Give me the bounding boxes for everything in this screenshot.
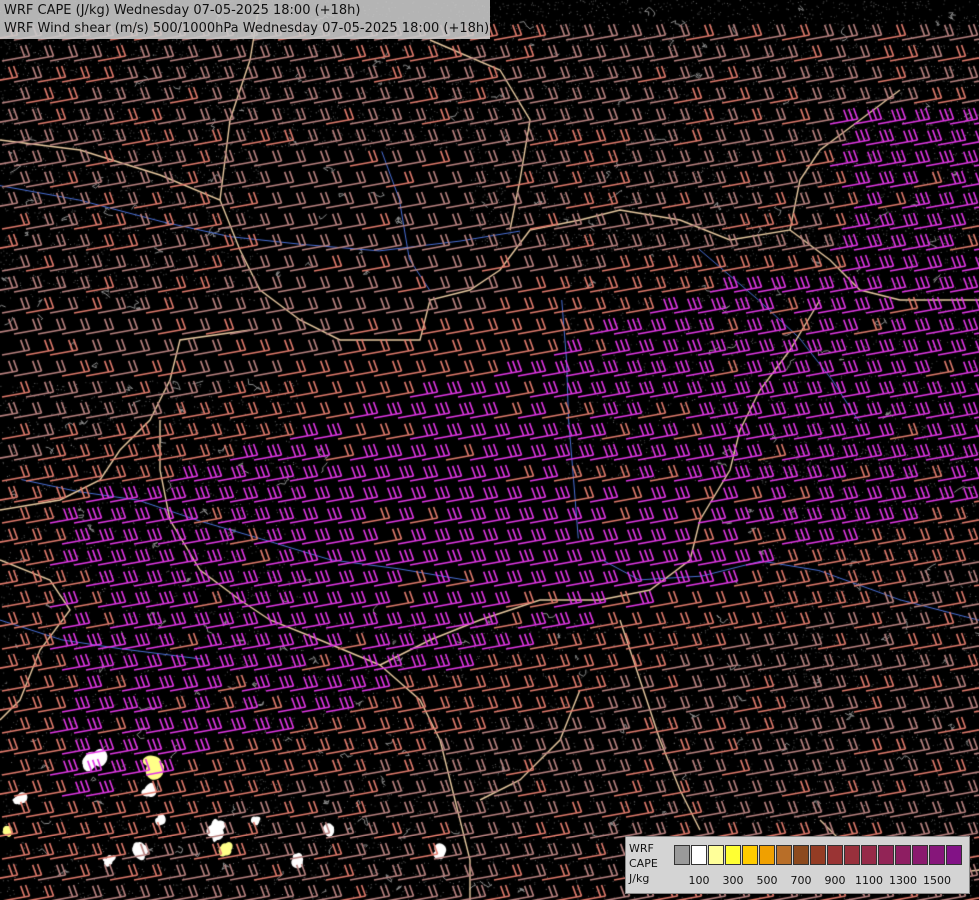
legend-tick: 1300 [889,874,917,887]
legend-swatch [912,845,928,865]
legend-tick: 500 [756,874,778,887]
title-wind-shear: WRF Wind shear (m/s) 500/1000hPa Wednesd… [4,21,490,36]
legend-model-label: WRF [629,842,654,855]
legend-labels: WRF CAPE J/kg [629,841,671,886]
legend-swatch [810,845,826,865]
legend-swatch [674,845,690,865]
legend-swatch [878,845,894,865]
legend-swatch [946,845,962,865]
legend-swatch [742,845,758,865]
legend-tick: 1500 [923,874,951,887]
legend-tick: 700 [790,874,812,887]
legend-swatch [691,845,707,865]
legend-tick: 900 [824,874,846,887]
legend-swatch [929,845,945,865]
legend-swatch [776,845,792,865]
legend-field-label: CAPE [629,857,658,870]
legend-unit-label: J/kg [629,872,650,885]
legend-swatch [861,845,877,865]
legend-tick: 300 [722,874,744,887]
legend-swatch [708,845,724,865]
legend-swatch [725,845,741,865]
map-title: WRF CAPE (J/kg) Wednesday 07-05-2025 18:… [0,0,490,39]
title-cape: WRF CAPE (J/kg) Wednesday 07-05-2025 18:… [4,3,361,18]
legend-swatch [759,845,775,865]
legend-swatch [844,845,860,865]
legend-swatch [827,845,843,865]
legend-tick: 1100 [855,874,883,887]
legend-color-scale [674,845,963,865]
weather-map [0,0,979,900]
legend-tick-labels: 100 300 500 700 900 1100 1300 1500 [674,874,964,890]
legend-swatch [793,845,809,865]
legend-tick: 100 [688,874,710,887]
cape-legend: WRF CAPE J/kg 100 300 500 700 900 1100 1300 150… [625,836,970,894]
legend-swatch [895,845,911,865]
